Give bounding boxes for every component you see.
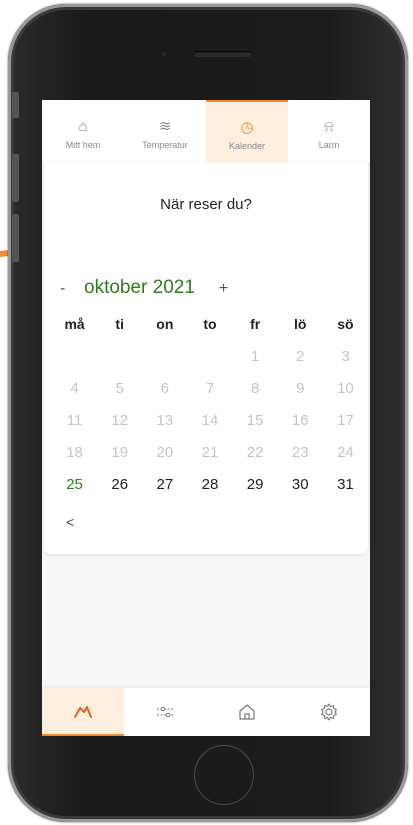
calendar-day: 7 — [205, 379, 215, 397]
top-navigation: ⌂ Mitt hem ≋ Temperatur ◷ Kalender ⍾ Lar… — [42, 100, 370, 162]
calendar-day: 20 — [156, 443, 174, 461]
calendar-day: 24 — [337, 443, 354, 461]
volume-down-button — [12, 214, 19, 262]
calendar-day-selectable[interactable]: 30 — [278, 476, 323, 493]
gear-icon — [321, 703, 337, 721]
tab-kalender[interactable]: ◷ Kalender — [206, 100, 288, 162]
weekday-label: to — [203, 316, 217, 332]
tab-settings-sliders[interactable] — [124, 688, 206, 736]
back-button[interactable]: < — [66, 514, 74, 530]
weekday-label: sö — [337, 316, 354, 332]
weekday-label: lö — [294, 316, 307, 332]
front-camera — [160, 50, 168, 58]
calendar-day: 16 — [291, 411, 309, 429]
calendar-day: 23 — [291, 443, 309, 461]
calendar-grid: må ti on to fr lö sö 1 2 3 4 5 6 7 8 9 1… — [52, 308, 368, 500]
calendar-day: 9 — [296, 379, 305, 397]
tab-label: Kalender — [228, 140, 266, 151]
previous-month-button[interactable]: - — [60, 280, 84, 298]
calendar-week-row: 25 26 27 28 29 30 31 — [52, 468, 368, 500]
home-icon: ⌂ — [78, 117, 88, 135]
app-screen: ⌂ Mitt hem ≋ Temperatur ◷ Kalender ⍾ Lar… — [42, 100, 370, 736]
volume-up-button — [12, 154, 19, 202]
weekday-label: fr — [250, 316, 261, 332]
calendar-card: När reser du? - oktober 2021 + må ti on … — [44, 162, 368, 554]
calendar-week-row: 11 12 13 14 15 16 17 — [52, 404, 368, 436]
phone-frame: ⌂ Mitt hem ≋ Temperatur ◷ Kalender ⍾ Lar… — [8, 4, 408, 822]
calendar-day-selectable[interactable]: 27 — [142, 476, 187, 493]
mute-switch — [12, 92, 19, 118]
earpiece-speaker — [194, 51, 252, 57]
calendar-day: 17 — [337, 411, 354, 429]
calendar-day-selectable[interactable]: 31 — [323, 476, 368, 493]
calendar-week-row: 4 5 6 7 8 9 10 — [52, 372, 368, 404]
calendar-day: 8 — [250, 379, 260, 397]
calendar-day: 18 — [66, 443, 83, 461]
next-month-button[interactable]: + — [219, 280, 228, 298]
calendar-day: 12 — [111, 411, 129, 429]
tab-temperatur[interactable]: ≋ Temperatur — [124, 100, 206, 162]
tab-mitt-hem[interactable]: ⌂ Mitt hem — [42, 100, 124, 162]
calendar-week-row: 1 2 3 — [52, 340, 368, 372]
calendar-day: 4 — [70, 379, 79, 397]
page-title: När reser du? — [160, 196, 252, 213]
weekday-label: ti — [115, 316, 124, 332]
calendar-day: 14 — [201, 411, 219, 429]
heat-waves-icon: ≋ — [158, 117, 172, 135]
calendar-day: 19 — [111, 443, 129, 461]
calendar-week-row: 18 19 20 21 22 23 24 — [52, 436, 368, 468]
gauge-icon — [74, 706, 92, 718]
calendar-day-selectable[interactable]: 28 — [187, 476, 232, 493]
sliders-icon — [157, 706, 173, 718]
tab-label: Larm — [318, 139, 340, 150]
calendar-day: 5 — [115, 379, 124, 397]
bell-icon: ⍾ — [324, 117, 334, 135]
month-label: oktober 2021 — [84, 277, 195, 298]
calendar-day-selectable[interactable]: 29 — [233, 476, 278, 493]
tab-larm[interactable]: ⍾ Larm — [288, 100, 370, 162]
calendar-day: 6 — [160, 379, 170, 397]
home-button[interactable] — [194, 745, 254, 805]
tab-settings[interactable] — [288, 688, 370, 736]
home-icon — [239, 704, 255, 720]
bottom-navigation — [42, 688, 370, 736]
calendar-day: 3 — [341, 347, 350, 365]
calendar-day: 1 — [250, 347, 260, 365]
calendar-day: 2 — [296, 347, 305, 365]
tab-dashboard[interactable] — [42, 688, 124, 736]
month-selector: - oktober 2021 + — [60, 277, 228, 299]
calendar-day: 10 — [337, 379, 354, 397]
tab-label: Temperatur — [142, 139, 188, 150]
calendar-day: 13 — [156, 411, 174, 429]
calendar-day-today[interactable]: 25 — [52, 476, 97, 493]
tab-label: Mitt hem — [65, 139, 101, 150]
weekday-header-row: må ti on to fr lö sö — [52, 308, 368, 340]
weekday-label: on — [156, 316, 174, 332]
tab-home[interactable] — [206, 688, 288, 736]
calendar-day: 21 — [201, 443, 219, 461]
calendar-day: 15 — [246, 411, 264, 429]
calendar-day: 22 — [246, 443, 264, 461]
clock-icon: ◷ — [240, 118, 254, 136]
weekday-label: må — [64, 316, 85, 332]
calendar-day-selectable[interactable]: 26 — [97, 476, 142, 493]
calendar-day: 11 — [66, 411, 83, 429]
screenshot: ⌂ Mitt hem ≋ Temperatur ◷ Kalender ⍾ Lar… — [0, 0, 413, 825]
